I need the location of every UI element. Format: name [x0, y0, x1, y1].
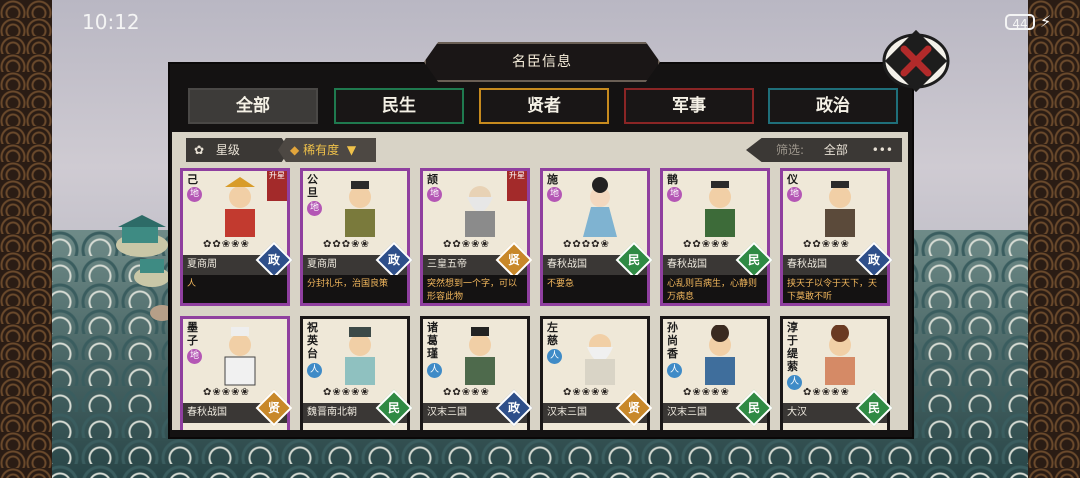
minister-name: 墨子 — [187, 321, 198, 347]
rarity-sort-button[interactable]: ◆ 稀有度 ▼ — [278, 138, 376, 162]
quote-text: 突然想到一个字，可以形容此物 — [423, 275, 527, 303]
rank-badge: 人 — [667, 363, 682, 378]
status-time: 10:12 — [82, 10, 140, 34]
filter-label: 筛选: — [776, 143, 805, 157]
charging-icon: ⚡ — [1040, 12, 1052, 31]
close-icon[interactable] — [880, 30, 950, 92]
minister-name: 诸葛瑾 — [427, 321, 438, 360]
rarity-sort-label: 稀有度 — [303, 143, 340, 157]
floating-island — [116, 215, 172, 321]
minister-name: 孙尚香 — [667, 321, 678, 360]
panel-title: 名臣信息 — [424, 42, 660, 82]
filter-value: 全部 — [823, 143, 848, 157]
minister-card[interactable]: 施 地 ✿✿✿✿❀ 春秋战国 民 不要急 — [540, 168, 653, 306]
quote-text: 分封礼乐，治国良策 — [303, 275, 407, 303]
rank-badge: 地 — [667, 187, 682, 202]
star-rating: ✿✿❀❀❀ — [443, 239, 490, 250]
star-rating: ✿❀❀❀❀ — [683, 387, 730, 398]
minister-card[interactable]: 公旦 地 ✿✿✿❀❀ 夏商周 政 分封礼乐，治国良策 — [300, 168, 413, 306]
right-border-pattern — [1028, 0, 1080, 478]
portrait-image — [825, 325, 855, 385]
minister-name: 公旦 — [307, 173, 318, 199]
star-rating: ✿❀❀❀❀ — [803, 387, 850, 398]
upgrade-tag: 升星 — [507, 171, 527, 201]
star-sort-label: 星级 — [215, 143, 240, 157]
rank-badge: 人 — [787, 375, 802, 390]
minister-card[interactable]: 孙尚香 人 ✿❀❀❀❀ 汉末三国 民 — [660, 316, 773, 430]
minister-name: 仪 — [787, 173, 798, 186]
minister-name: 己 — [187, 173, 198, 186]
quote-text: 人 — [183, 275, 287, 303]
portrait-image — [465, 186, 495, 237]
portrait-image — [585, 334, 615, 385]
minister-card[interactable]: 颉 地 升星 ✿✿❀❀❀ 三皇五帝 贤 突然想到一个字，可以形容此物 — [420, 168, 533, 306]
star-rating: ✿✿❀❀❀ — [203, 239, 250, 250]
minister-name: 左慈 — [547, 321, 558, 347]
star-rating: ✿✿❀❀❀ — [803, 239, 850, 250]
portrait-image — [705, 325, 735, 385]
minister-card[interactable]: 仪 地 ✿✿❀❀❀ 春秋战国 政 挟天子以令于天下，天下莫敢不听 — [780, 168, 893, 306]
minister-card[interactable]: 淳于缇萦 人 ✿❀❀❀❀ 大汉 民 — [780, 316, 893, 430]
minister-name: 祝英台 — [307, 321, 318, 360]
chevron-down-icon: ▼ — [346, 143, 357, 157]
diamond-icon: ◆ — [290, 143, 300, 157]
minister-card[interactable]: 左慈 人 ✿❀❀❀❀ 汉末三国 贤 — [540, 316, 653, 430]
category-tabs: 全部 民生 贤者 军事 政治 — [188, 88, 908, 128]
star-rating: ✿✿✿❀❀ — [323, 239, 370, 250]
minister-name: 淳于缇萦 — [787, 321, 798, 373]
minister-name: 施 — [547, 173, 558, 186]
minister-name: 鹊 — [667, 173, 678, 186]
filter-dropdown[interactable]: 筛选: 全部 ••• — [746, 138, 902, 162]
filter-bar: ✿ 星级 ◆ 稀有度 ▼ 筛选: 全部 ••• — [186, 136, 902, 162]
star-rating: ✿✿❀❀❀ — [443, 387, 490, 398]
battery-icon: 44 — [1005, 14, 1035, 31]
portrait-image — [345, 181, 375, 237]
rank-badge: 地 — [787, 187, 802, 202]
portrait-image — [825, 181, 855, 237]
tab-all[interactable]: 全部 — [188, 88, 318, 124]
left-border-pattern — [0, 0, 52, 478]
card-list: ✿ 星级 ◆ 稀有度 ▼ 筛选: 全部 ••• 己 地 升星 ✿✿❀❀❀ 夏商周… — [172, 132, 908, 430]
tab-livelihood[interactable]: 民生 — [334, 88, 464, 124]
upgrade-tag: 升星 — [267, 171, 287, 201]
rank-badge: 人 — [427, 363, 442, 378]
minister-card[interactable]: 鹊 地 ✿✿❀❀❀ 春秋战国 民 心乱则百病生，心静则万病息 — [660, 168, 773, 306]
star-rating: ✿✿✿✿❀ — [563, 239, 610, 250]
rank-badge: 地 — [307, 201, 322, 216]
more-icon[interactable]: ••• — [872, 143, 893, 157]
portrait-image — [583, 177, 617, 237]
minister-card[interactable]: 己 地 升星 ✿✿❀❀❀ 夏商周 政 人 — [180, 168, 293, 306]
portrait-image — [705, 181, 735, 237]
minister-card[interactable]: 诸葛瑾 人 ✿✿❀❀❀ 汉末三国 政 — [420, 316, 533, 430]
portrait-image — [224, 327, 256, 386]
portrait-image — [345, 327, 375, 385]
minister-card[interactable]: 墨子 地 ✿❀❀❀❀ 春秋战国 贤 — [180, 316, 293, 430]
rank-badge: 地 — [187, 187, 202, 202]
tab-sage[interactable]: 贤者 — [479, 88, 609, 124]
quote-text: 心乱则百病生，心静则万病息 — [663, 275, 767, 303]
star-rating: ✿❀❀❀❀ — [203, 387, 250, 398]
tab-politics[interactable]: 政治 — [768, 88, 898, 124]
star-rating: ✿❀❀❀❀ — [563, 387, 610, 398]
quote-text: 不要急 — [543, 275, 647, 303]
portrait-image — [225, 177, 255, 237]
rank-badge: 地 — [427, 187, 442, 202]
tab-military[interactable]: 军事 — [624, 88, 754, 124]
rank-badge: 地 — [187, 349, 202, 364]
star-rating: ✿❀❀❀❀ — [323, 387, 370, 398]
minister-cards: 己 地 升星 ✿✿❀❀❀ 夏商周 政 人 公旦 地 ✿✿✿❀❀ 夏商周 政 分封… — [178, 168, 904, 430]
quote-text: 挟天子以令于天下，天下莫敢不听 — [783, 275, 887, 303]
rank-badge: 地 — [547, 187, 562, 202]
portrait-image — [465, 327, 495, 385]
rank-badge: 人 — [307, 363, 322, 378]
minister-name: 颉 — [427, 173, 438, 186]
star-sort-button[interactable]: ✿ 星级 — [186, 138, 290, 162]
minister-card[interactable]: 祝英台 人 ✿❀❀❀❀ 魏晋南北朝 民 — [300, 316, 413, 430]
flower-icon: ✿ — [194, 143, 205, 157]
rank-badge: 人 — [547, 349, 562, 364]
star-rating: ✿✿❀❀❀ — [683, 239, 730, 250]
